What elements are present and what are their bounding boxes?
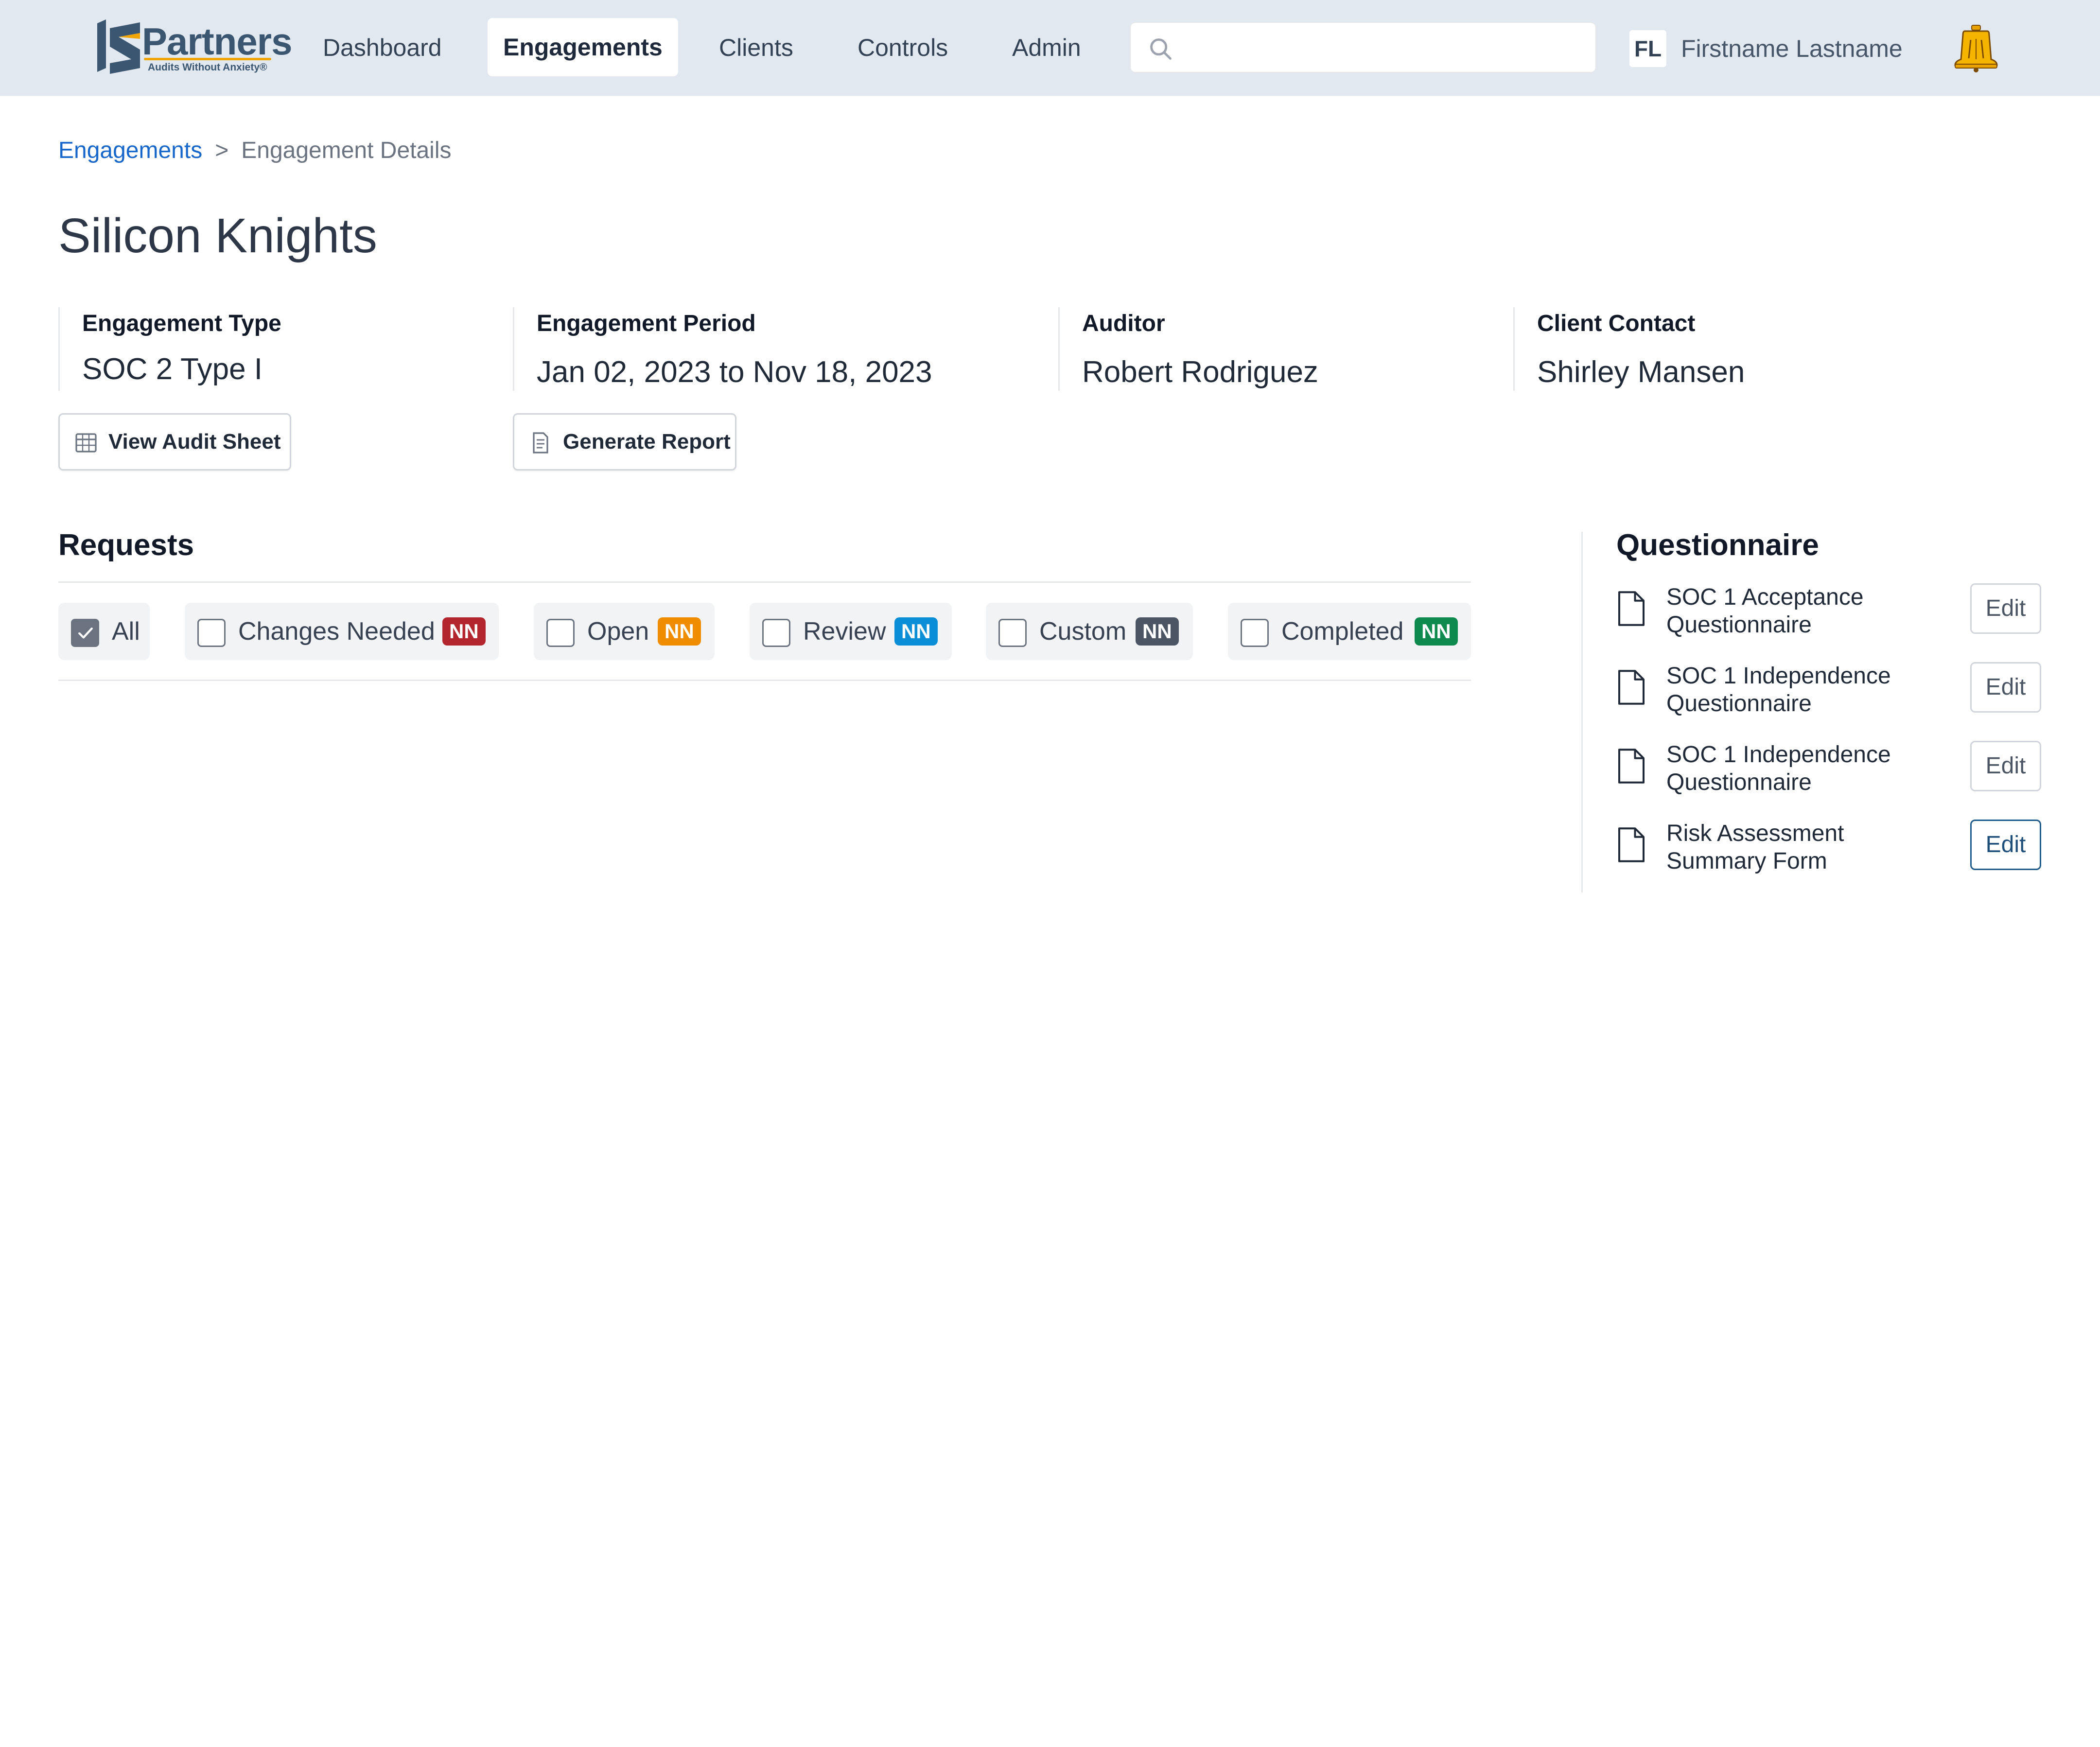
breadcrumb-engagements-link[interactable]: Engagements [58,138,202,163]
questionnaire-item-line2: Summary Form [1666,848,1827,874]
breadcrumb-separator: > [215,138,229,163]
questionnaire-item-line1: SOC 1 Independence [1666,663,1891,689]
filter-all-label: All [112,617,140,646]
user-name[interactable]: Firstname Lastname [1681,29,1903,68]
questionnaire-item: SOC 1 Acceptance Questionnaire Edit [1614,583,2042,642]
auditor-label: Auditor [1082,311,1165,336]
logo-mark-icon [97,19,140,74]
filter-open-label: Open [587,617,649,646]
partners-logo[interactable]: Partners Audits Without Anxiety® [95,19,292,77]
edit-button[interactable]: Edit [1970,820,2041,870]
logo-underline [144,58,271,60]
nav-dashboard[interactable]: Dashboard [323,29,442,67]
nav-admin[interactable]: Admin [1012,29,1081,67]
engagement-period-value: Jan 02, 2023 to Nov 18, 2023 [537,355,932,389]
questionnaire-item-name: SOC 1 Acceptance Questionnaire [1666,583,1939,639]
questionnaire-title: Questionnaire [1616,528,1819,562]
filter-custom-label: Custom [1039,617,1127,646]
filter-completed-label: Completed [1281,617,1404,646]
questionnaire-item: SOC 1 Independence Questionnaire Edit [1614,741,2042,799]
filter-completed-checkbox[interactable] [1241,619,1269,647]
engagement-period-label: Engagement Period [537,311,756,336]
questionnaire-item-name: SOC 1 Independence Questionnaire [1666,741,1939,796]
document-icon [1618,827,1645,862]
questionnaire-item-line1: SOC 1 Acceptance [1666,584,1864,610]
edit-button[interactable]: Edit [1970,662,2041,713]
document-icon [1618,670,1645,705]
filter-custom-checkbox[interactable] [998,619,1027,647]
questionnaire-item-line1: SOC 1 Independence [1666,742,1891,768]
top-navigation-bar: Partners Audits Without Anxiety® Dashboa… [0,0,2100,96]
view-audit-sheet-label: View Audit Sheet [108,430,281,454]
review-count-badge: NN [894,617,938,646]
edit-button[interactable]: Edit [1970,741,2041,791]
generate-report-label: Generate Report [563,430,731,454]
engagement-period-field: Engagement Period Jan 02, 2023 to Nov 18… [513,307,1048,391]
search-icon [1150,38,1172,60]
auditor-field: Auditor Robert Rodriguez [1058,307,1496,391]
checkmark-icon [78,627,93,639]
engagement-type-label: Engagement Type [82,311,281,336]
document-icon [1618,749,1645,784]
open-count-badge: NN [658,617,701,646]
logo-wordmark: Partners [142,20,292,63]
requests-top-divider [58,581,1471,583]
client-contact-label: Client Contact [1537,311,1696,336]
liberty-bell-icon[interactable] [1954,24,1998,73]
auditor-value: Robert Rodriguez [1082,355,1318,389]
filter-review-label: Review [803,617,886,646]
filter-all[interactable]: All [58,603,150,660]
filter-open-checkbox[interactable] [546,619,575,647]
completed-count-badge: NN [1415,617,1458,646]
questionnaire-item: Risk Assessment Summary Form Edit [1614,820,2042,878]
engagement-type-field: Engagement Type SOC 2 Type I [58,307,496,391]
filter-review-checkbox[interactable] [762,619,790,647]
logo-tagline: Audits Without Anxiety® [148,62,267,73]
page-title: Silicon Knights [58,209,377,263]
nav-controls[interactable]: Controls [858,29,948,67]
questionnaire-item-name: SOC 1 Independence Questionnaire [1666,662,1939,717]
engagement-type-value: SOC 2 Type I [82,352,263,386]
requests-title: Requests [58,528,194,562]
client-contact-field: Client Contact Shirley Mansen [1513,307,1951,391]
filter-custom[interactable]: Custom NN [986,603,1193,660]
breadcrumb-current: Engagement Details [241,138,452,163]
filter-changes-needed-label: Changes Needed [238,617,435,646]
requests-bottom-divider [58,680,1471,681]
search-input[interactable] [1130,22,1596,73]
filter-changes-needed[interactable]: Changes Needed NN [185,603,499,660]
questionnaire-item-line1: Risk Assessment [1666,821,1844,846]
questionnaire-item-line2: Questionnaire [1666,769,1812,795]
view-audit-sheet-button[interactable]: View Audit Sheet [58,413,291,471]
user-avatar[interactable]: FL [1629,30,1666,67]
questionnaire-item-line2: Questionnaire [1666,691,1812,716]
edit-button[interactable]: Edit [1970,583,2041,634]
generate-report-button[interactable]: Generate Report [513,413,736,471]
client-contact-value: Shirley Mansen [1537,355,1745,389]
filter-changes-needed-checkbox[interactable] [197,619,226,647]
document-icon [1618,591,1645,626]
breadcrumb: Engagements > Engagement Details [58,135,452,166]
nav-engagements[interactable]: Engagements [488,18,678,76]
custom-count-badge: NN [1136,617,1179,646]
questionnaire-divider [1581,532,1583,892]
filter-completed[interactable]: Completed NN [1228,603,1471,660]
questionnaire-item-line2: Questionnaire [1666,612,1812,638]
filter-all-checkbox[interactable] [71,619,99,647]
nav-clients[interactable]: Clients [719,29,793,67]
spreadsheet-icon [75,433,97,453]
changes-needed-count-badge: NN [442,617,486,646]
filter-open[interactable]: Open NN [534,603,715,660]
report-document-icon [533,432,548,454]
questionnaire-item: SOC 1 Independence Questionnaire Edit [1614,662,2042,720]
filter-review[interactable]: Review NN [750,603,952,660]
questionnaire-item-name: Risk Assessment Summary Form [1666,820,1939,875]
